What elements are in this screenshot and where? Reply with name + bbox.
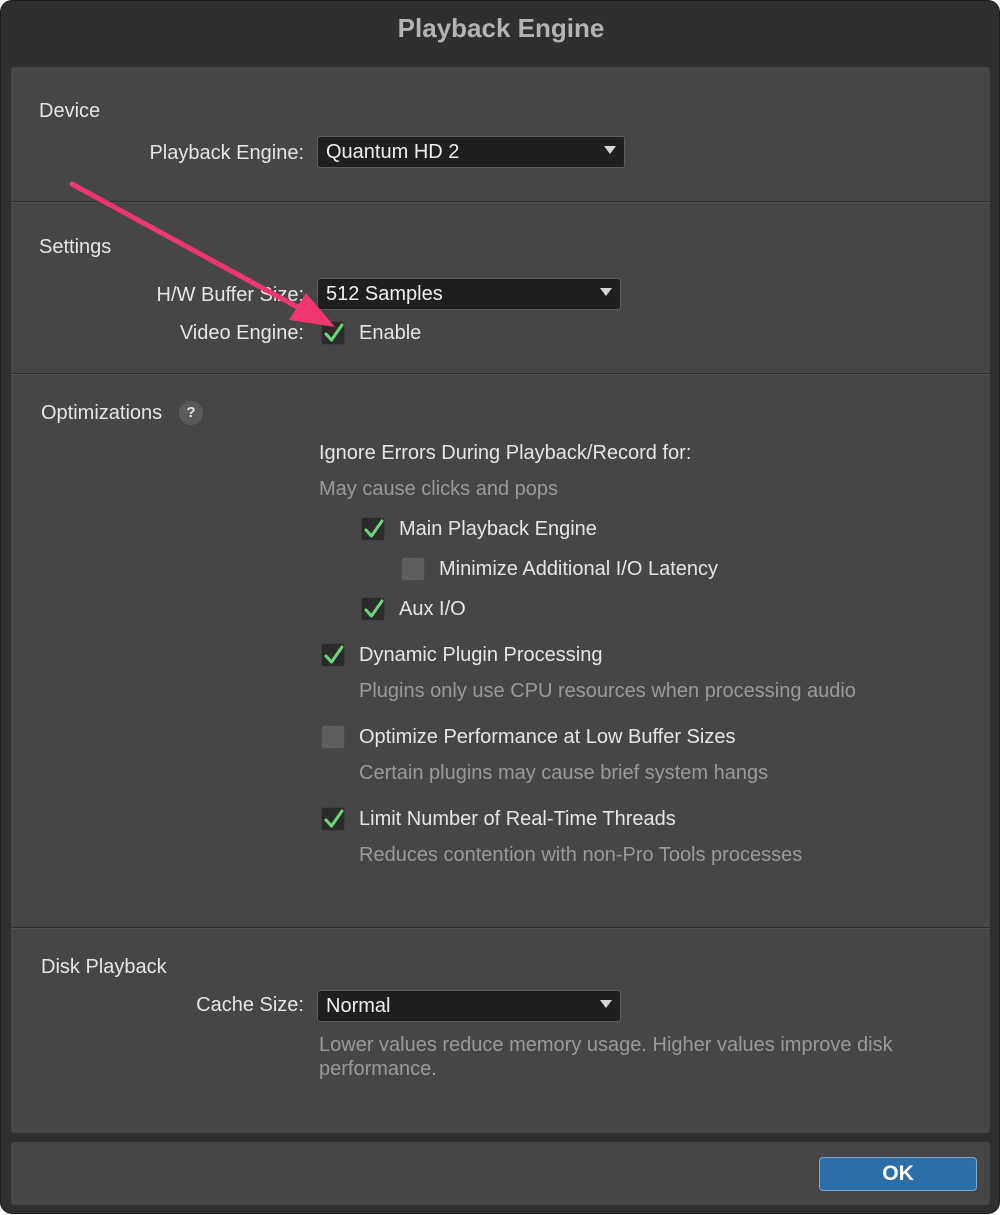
- video-engine-enable-label: Enable: [359, 322, 422, 344]
- divider: [11, 927, 990, 929]
- cache-size-value: Normal: [326, 995, 391, 1017]
- cache-size-select[interactable]: Normal: [317, 990, 621, 1022]
- limit-threads-desc: Reduces contention with non-Pro Tools pr…: [359, 844, 803, 866]
- video-engine-checkbox[interactable]: [321, 321, 345, 345]
- buffer-size-value: 512 Samples: [326, 283, 443, 305]
- minimize-io-latency-checkbox[interactable]: [401, 557, 425, 581]
- checkmark-icon: [364, 519, 384, 538]
- cache-note-line1: Lower values reduce memory usage. Higher…: [319, 1034, 893, 1056]
- checkmark-icon: [324, 645, 344, 664]
- chevron-down-icon: [600, 288, 612, 296]
- limit-threads-checkbox[interactable]: [321, 807, 345, 831]
- video-engine-label: Video Engine:: [179, 322, 304, 344]
- cache-size-label: Cache Size:: [196, 994, 304, 1016]
- cache-note-line2: performance.: [319, 1058, 437, 1080]
- main-playback-engine-checkbox[interactable]: [361, 517, 385, 541]
- optimize-low-buffer-checkbox[interactable]: [321, 725, 345, 749]
- dynamic-plugin-label: Dynamic Plugin Processing: [359, 644, 603, 666]
- checkmark-icon: [364, 599, 384, 618]
- limit-threads-label: Limit Number of Real-Time Threads: [359, 808, 676, 830]
- device-section-title: Device: [39, 100, 101, 122]
- main-playback-engine-label: Main Playback Engine: [399, 518, 597, 540]
- playback-engine-label: Playback Engine:: [149, 142, 304, 164]
- buffer-size-select[interactable]: 512 Samples: [317, 278, 621, 310]
- settings-section-title: Settings: [39, 236, 112, 258]
- playback-engine-dialog: Playback Engine Device Playback Engine: …: [0, 0, 1000, 1214]
- playback-engine-select[interactable]: Quantum HD 2: [317, 136, 625, 168]
- dynamic-plugin-checkbox[interactable]: [321, 643, 345, 667]
- aux-io-checkbox[interactable]: [361, 597, 385, 621]
- main-panel: Device Playback Engine: Quantum HD 2 Set…: [11, 67, 990, 1133]
- divider: [11, 201, 990, 203]
- optimize-low-buffer-label: Optimize Performance at Low Buffer Sizes: [359, 726, 736, 748]
- ignore-errors-subtext: May cause clicks and pops: [319, 478, 559, 500]
- playback-engine-value: Quantum HD 2: [326, 141, 460, 163]
- aux-io-label: Aux I/O: [399, 598, 466, 620]
- chevron-down-icon: [604, 146, 616, 154]
- minimize-io-latency-label: Minimize Additional I/O Latency: [439, 558, 719, 580]
- checkmark-icon: [324, 809, 344, 828]
- help-icon[interactable]: ?: [179, 401, 203, 425]
- divider: [11, 373, 990, 375]
- ok-button[interactable]: OK: [819, 1157, 977, 1191]
- optimize-low-buffer-desc: Certain plugins may cause brief system h…: [359, 762, 769, 784]
- dynamic-plugin-desc: Plugins only use CPU resources when proc…: [359, 680, 856, 702]
- disk-playback-section-title: Disk Playback: [41, 956, 167, 978]
- checkmark-icon: [324, 323, 344, 342]
- buffer-size-label: H/W Buffer Size:: [156, 284, 304, 306]
- window-title: Playback Engine: [397, 13, 605, 43]
- chevron-down-icon: [600, 1000, 612, 1008]
- optimizations-section-title: Optimizations: [41, 402, 163, 424]
- dialog-footer: OK: [11, 1142, 990, 1205]
- ignore-errors-heading: Ignore Errors During Playback/Record for…: [319, 442, 692, 464]
